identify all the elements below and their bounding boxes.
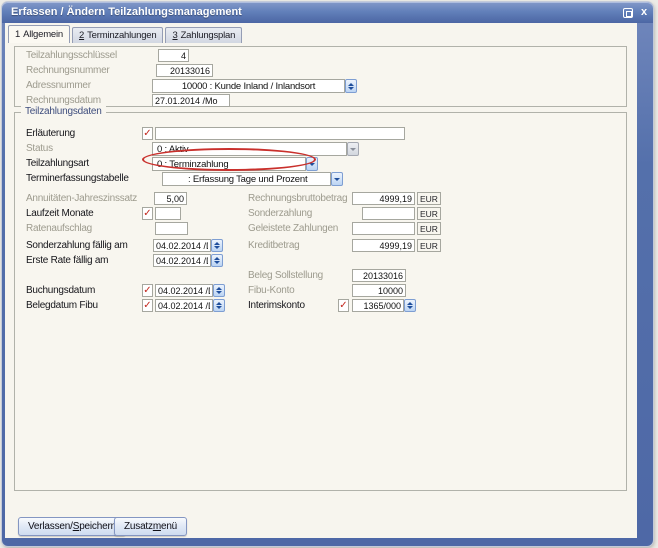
fibu-konto-input[interactable] (352, 284, 406, 297)
teilzahlungsart-label: Teilzahlungsart (26, 158, 89, 170)
buchungsdatum-input[interactable] (155, 284, 213, 297)
status-value: 0 : Aktiv (153, 144, 346, 155)
tab-strip: 1Allgemein 2Terminzahlungen 3 Zahlungspla… (8, 25, 242, 43)
rechnungsnummer-label: Rechnungsnummer (26, 65, 110, 77)
beleg-sollstellung-input[interactable] (352, 269, 406, 282)
status-combobox[interactable]: 0 : Aktiv (152, 142, 347, 156)
adressnummer-combobox[interactable]: 10000 : Kunde Inland / Inlandsort (152, 79, 345, 93)
tab-label: Allgemein (23, 29, 63, 40)
status-label: Status (26, 143, 53, 155)
belegdatum-fibu-input[interactable] (155, 299, 213, 312)
buchungsdatum-label: Buchungsdatum (26, 285, 95, 297)
rechnungsbruttobetrag-input[interactable] (352, 192, 415, 205)
button-text: Zusatz (124, 521, 153, 532)
button-mnemonic: m (153, 521, 161, 532)
teilzahlungsdaten-group-title: Teilzahlungsdaten (21, 106, 106, 117)
beleg-sollstellung-label: Beleg Sollstellung (248, 270, 323, 282)
erste-rate-faellig-am-input[interactable] (153, 254, 211, 267)
window-title: Erfassen / Ändern Teilzahlungsmanagement (11, 6, 242, 18)
zusatzmenue-button[interactable]: Zusatzmenü (114, 517, 187, 536)
tab-terminzahlungen[interactable]: 2Terminzahlungen (72, 27, 163, 43)
ratenaufschlag-label: Ratenaufschlag (26, 223, 92, 235)
erste-rate-faellig-am-spinner-icon[interactable] (211, 254, 223, 267)
teilzahlungsart-value: 0 : Terminzahlung (153, 159, 305, 170)
tab-label: Zahlungsplan (181, 30, 236, 41)
button-text: peichern (79, 521, 116, 532)
button-text: Verlassen/ (28, 521, 73, 532)
restore-icon[interactable] (623, 8, 633, 18)
kreditbetrag-input[interactable] (352, 239, 415, 252)
kreditbetrag-currency: EUR (417, 239, 441, 252)
screen: Erfassen / Ändern Teilzahlungsmanagement… (0, 0, 658, 548)
sonderzahlung-currency: EUR (417, 207, 441, 220)
belegdatum-fibu-label: Belegdatum Fibu (26, 300, 98, 312)
close-icon[interactable]: x (638, 5, 650, 19)
verlassen-speichern-button[interactable]: Verlassen/Speichern (18, 517, 126, 536)
rechnungsbruttobetrag-currency: EUR (417, 192, 441, 205)
rechnungsbruttobetrag-label: Rechnungsbruttobetrag (248, 193, 347, 205)
button-text: enü (161, 521, 177, 532)
belegdatum-fibu-spinner-icon[interactable] (213, 299, 225, 312)
sonderzahlung-faellig-am-spinner-icon[interactable] (211, 239, 223, 252)
teilzahlungsart-dropdown-icon[interactable] (306, 157, 318, 171)
adressnummer-spinner-icon[interactable] (345, 79, 357, 93)
terminerfassungstabelle-dropdown-icon[interactable] (331, 172, 343, 186)
erlaeuterung-check-icon[interactable] (142, 127, 153, 140)
tab-zahlungsplan[interactable]: 3 Zahlungsplan (165, 27, 242, 43)
sonderzahlung-faellig-am-input[interactable] (153, 239, 211, 252)
teilzahlungsschluessel-input[interactable] (158, 49, 189, 62)
teilzahlungsdaten-groupbox (14, 112, 627, 491)
teilzahlungsart-combobox[interactable]: 0 : Terminzahlung (152, 157, 306, 171)
interimskonto-spinner-icon[interactable] (404, 299, 416, 312)
fibu-konto-label: Fibu-Konto (248, 285, 294, 297)
erste-rate-faellig-am-label: Erste Rate fällig am (26, 255, 108, 267)
ratenaufschlag-input[interactable] (155, 222, 188, 235)
titlebar[interactable]: Erfassen / Ändern Teilzahlungsmanagement… (2, 2, 653, 23)
annuitaeten-jahreszinssatz-input[interactable] (154, 192, 187, 205)
erlaeuterung-label: Erläuterung (26, 128, 75, 140)
laufzeit-monate-label: Laufzeit Monate (26, 208, 93, 220)
geleistete-zahlungen-label: Geleistete Zahlungen (248, 223, 338, 235)
tab-label: Terminzahlungen (87, 30, 156, 41)
annuitaeten-jahreszinssatz-label: Annuitäten-Jahreszinssatz (26, 193, 137, 205)
kreditbetrag-label: Kreditbetrag (248, 240, 299, 252)
adressnummer-label: Adressnummer (26, 80, 91, 92)
geleistete-zahlungen-currency: EUR (417, 222, 441, 235)
terminerfassungstabelle-value: : Erfassung Tage und Prozent (163, 174, 330, 185)
interimskonto-input[interactable] (352, 299, 404, 312)
terminerfassungstabelle-combobox[interactable]: : Erfassung Tage und Prozent (162, 172, 331, 186)
buchungsdatum-check-icon[interactable] (142, 284, 153, 297)
rechnungsnummer-input[interactable] (156, 64, 213, 77)
terminerfassungstabelle-label: Terminerfassungstabelle (26, 173, 129, 185)
sonderzahlung-label: Sonderzahlung (248, 208, 312, 220)
sonderzahlung-faellig-am-label: Sonderzahlung fällig am (26, 240, 128, 252)
status-dropdown-icon[interactable] (347, 142, 359, 156)
buchungsdatum-spinner-icon[interactable] (213, 284, 225, 297)
erlaeuterung-input[interactable] (155, 127, 405, 140)
tab-allgemein[interactable]: 1Allgemein (8, 25, 70, 43)
interimskonto-check-icon[interactable] (338, 299, 349, 312)
interimskonto-label: Interimskonto (248, 300, 305, 312)
tab-number: 3 (172, 30, 177, 41)
tab-number: 1 (15, 29, 20, 40)
laufzeit-monate-input[interactable] (155, 207, 181, 220)
geleistete-zahlungen-input[interactable] (352, 222, 415, 235)
belegdatum-fibu-check-icon[interactable] (142, 299, 153, 312)
laufzeit-monate-check-icon[interactable] (142, 207, 153, 220)
tab-number: 2 (79, 30, 84, 41)
rechnungsdatum-input[interactable] (152, 94, 230, 107)
adressnummer-value: 10000 : Kunde Inland / Inlandsort (153, 81, 344, 92)
sonderzahlung-input[interactable] (362, 207, 415, 220)
teilzahlungsschluessel-label: Teilzahlungsschlüssel (26, 50, 117, 62)
